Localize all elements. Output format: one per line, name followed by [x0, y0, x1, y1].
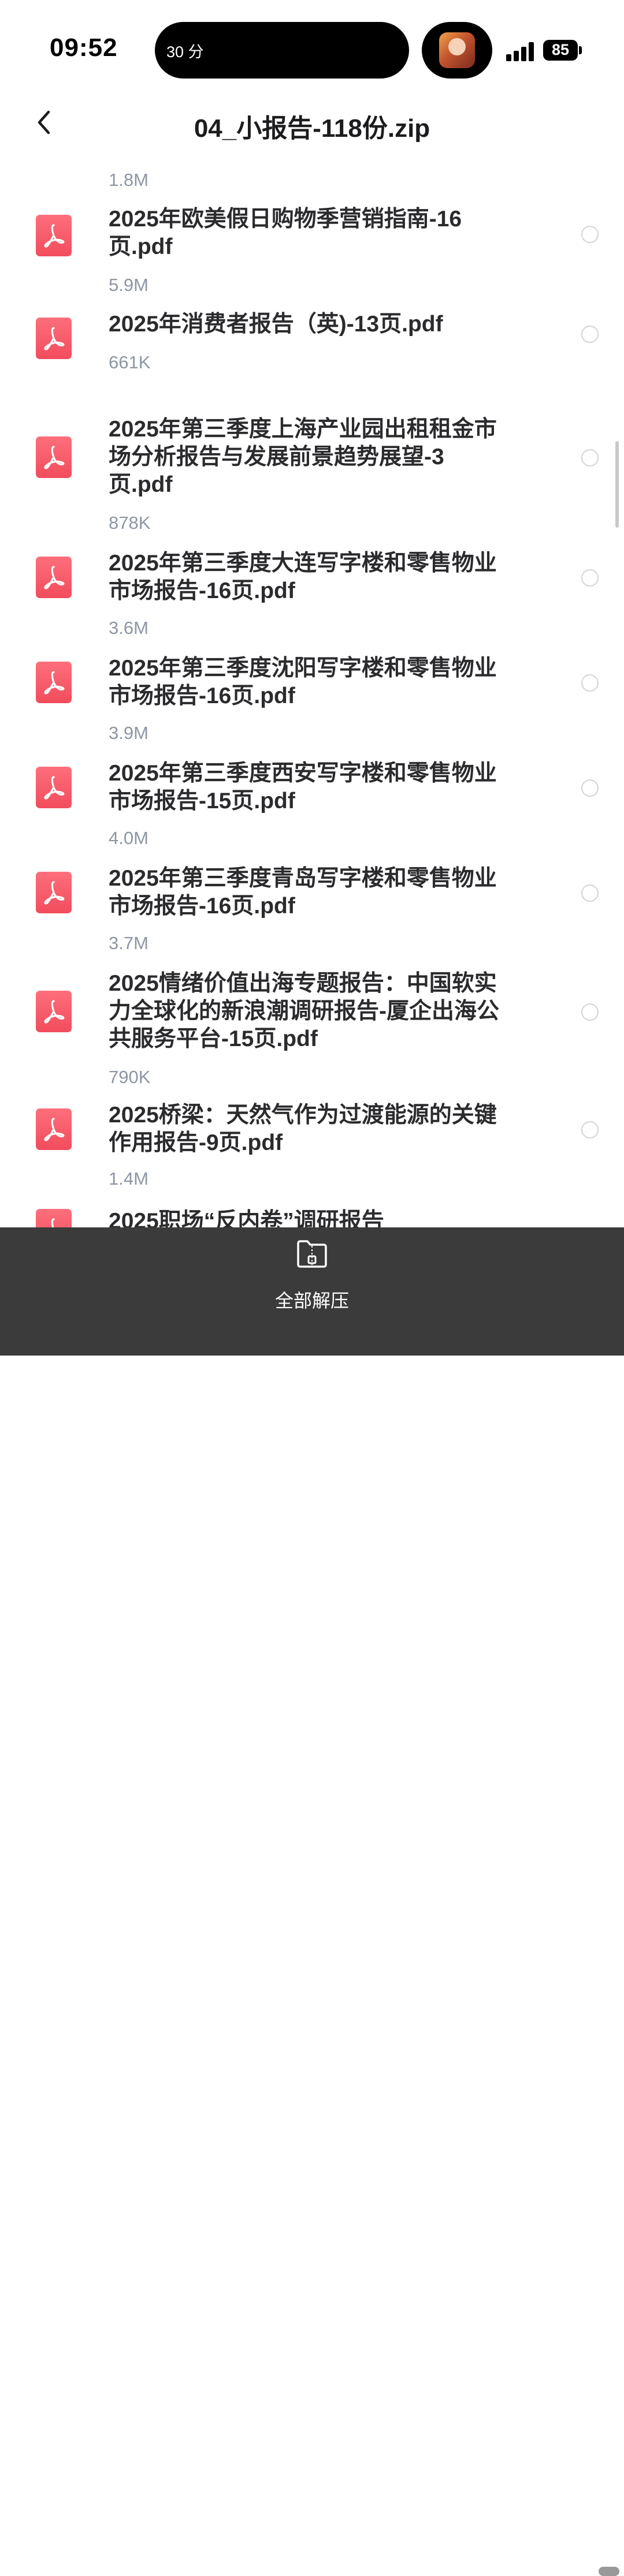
- file-size: 3.6M: [109, 618, 148, 638]
- scrollbar-thumb[interactable]: [615, 441, 619, 528]
- file-name: 2025职场“反内卷”调研报告: [109, 1209, 384, 1227]
- battery-tip: [579, 46, 582, 54]
- pdf-file-icon: [36, 872, 72, 913]
- zip-extract-icon: [297, 1240, 327, 1268]
- list-item[interactable]: 2025桥梁：天然气作为过渡能源的关键作用报告-9页.pdf: [0, 1097, 624, 1160]
- select-radio[interactable]: [581, 569, 599, 587]
- select-radio[interactable]: [581, 326, 599, 343]
- file-list[interactable]: 1.8M 2025年欧美假日购物季营销指南-16页.pdf 5.9M 2025年…: [0, 162, 624, 1227]
- select-radio[interactable]: [581, 779, 599, 797]
- file-name: 2025年第三季度沈阳写字楼和零售物业市场报告-16页.pdf: [109, 656, 497, 708]
- file-size: 3.7M: [109, 933, 148, 953]
- file-size: 878K: [109, 513, 151, 533]
- pdf-file-icon: [36, 436, 72, 478]
- file-size: 3.9M: [109, 723, 148, 743]
- select-radio[interactable]: [581, 449, 599, 466]
- select-radio[interactable]: [581, 1003, 599, 1021]
- island-timer-text: 30 分: [166, 43, 204, 61]
- bottom-action-bar: 全部解压: [0, 1227, 624, 2576]
- pdf-file-icon: [36, 662, 72, 703]
- watermark: [599, 2567, 619, 2576]
- pdf-file-icon: [36, 318, 72, 359]
- file-name: 2025年消费者报告（英)-13页.pdf: [109, 312, 443, 337]
- battery-icon: 85: [543, 40, 578, 61]
- pdf-file-icon: [36, 1209, 72, 1227]
- activity-avatar: [439, 32, 475, 68]
- extract-all-button[interactable]: 全部解压: [254, 1239, 370, 1326]
- status-time: 09:52: [50, 33, 118, 62]
- cellular-signal-icon: [506, 40, 535, 61]
- list-item[interactable]: 2025年第三季度沈阳写字楼和零售物业市场报告-16页.pdf: [0, 650, 624, 714]
- file-size: 661K: [109, 352, 151, 372]
- page-title: 04_小报告-118份.zip: [194, 114, 430, 143]
- list-item[interactable]: 2025情绪价值出海专题报告：中国软实力全球化的新浪潮调研报告-厦企出海公共服务…: [0, 965, 624, 1058]
- list-item[interactable]: 2025年欧美假日购物季营销指南-16页.pdf: [0, 201, 624, 264]
- file-size: 4.0M: [109, 828, 148, 848]
- nav-bar: 04_小报告-118份.zip: [0, 98, 624, 162]
- file-name: 2025情绪价值出海专题报告：中国软实力全球化的新浪潮调研报告-厦企出海公共服务…: [109, 971, 499, 1051]
- list-item[interactable]: 2025年第三季度大连写字楼和零售物业市场报告-16页.pdf: [0, 545, 624, 608]
- select-radio[interactable]: [581, 226, 599, 243]
- file-name: 2025年第三季度上海产业园出租租金市场分析报告与发展前景趋势展望-3页.pdf: [109, 417, 497, 497]
- dynamic-island-activity[interactable]: [422, 22, 492, 79]
- list-item[interactable]: 2025年第三季度西安写字楼和零售物业市场报告-15页.pdf: [0, 755, 624, 819]
- extract-all-label: 全部解压: [274, 1290, 349, 1311]
- list-item[interactable]: 2025年消费者报告（英)-13页.pdf: [0, 306, 624, 359]
- status-bar: 09:52 30 分 85: [0, 0, 624, 98]
- pdf-file-icon: [36, 1108, 72, 1150]
- pdf-file-icon: [36, 557, 72, 598]
- file-name: 2025年欧美假日购物季营销指南-16页.pdf: [109, 207, 462, 259]
- pdf-file-icon: [36, 991, 72, 1032]
- select-radio[interactable]: [581, 884, 599, 902]
- dynamic-island[interactable]: 30 分: [155, 22, 409, 79]
- pdf-file-icon: [36, 767, 72, 808]
- file-name: 2025桥梁：天然气作为过渡能源的关键作用报告-9页.pdf: [109, 1103, 497, 1155]
- file-size: 790K: [109, 1067, 151, 1087]
- list-item[interactable]: 2025年第三季度上海产业园出租租金市场分析报告与发展前景趋势展望-3页.pdf: [0, 411, 624, 503]
- file-size: 1.4M: [109, 1168, 148, 1189]
- file-size: 5.9M: [109, 275, 148, 295]
- select-radio[interactable]: [581, 674, 599, 692]
- select-radio[interactable]: [581, 1121, 599, 1138]
- list-item[interactable]: 2025年第三季度青岛写字楼和零售物业市场报告-16页.pdf: [0, 860, 624, 924]
- list-item[interactable]: 2025职场“反内卷”调研报告: [0, 1200, 624, 1227]
- file-name: 2025年第三季度西安写字楼和零售物业市场报告-15页.pdf: [109, 761, 497, 813]
- file-size: 1.8M: [109, 170, 148, 190]
- battery-level: 85: [551, 41, 570, 58]
- file-name: 2025年第三季度大连写字楼和零售物业市场报告-16页.pdf: [109, 551, 497, 603]
- pdf-file-icon: [36, 215, 72, 256]
- file-name: 2025年第三季度青岛写字楼和零售物业市场报告-16页.pdf: [109, 866, 497, 919]
